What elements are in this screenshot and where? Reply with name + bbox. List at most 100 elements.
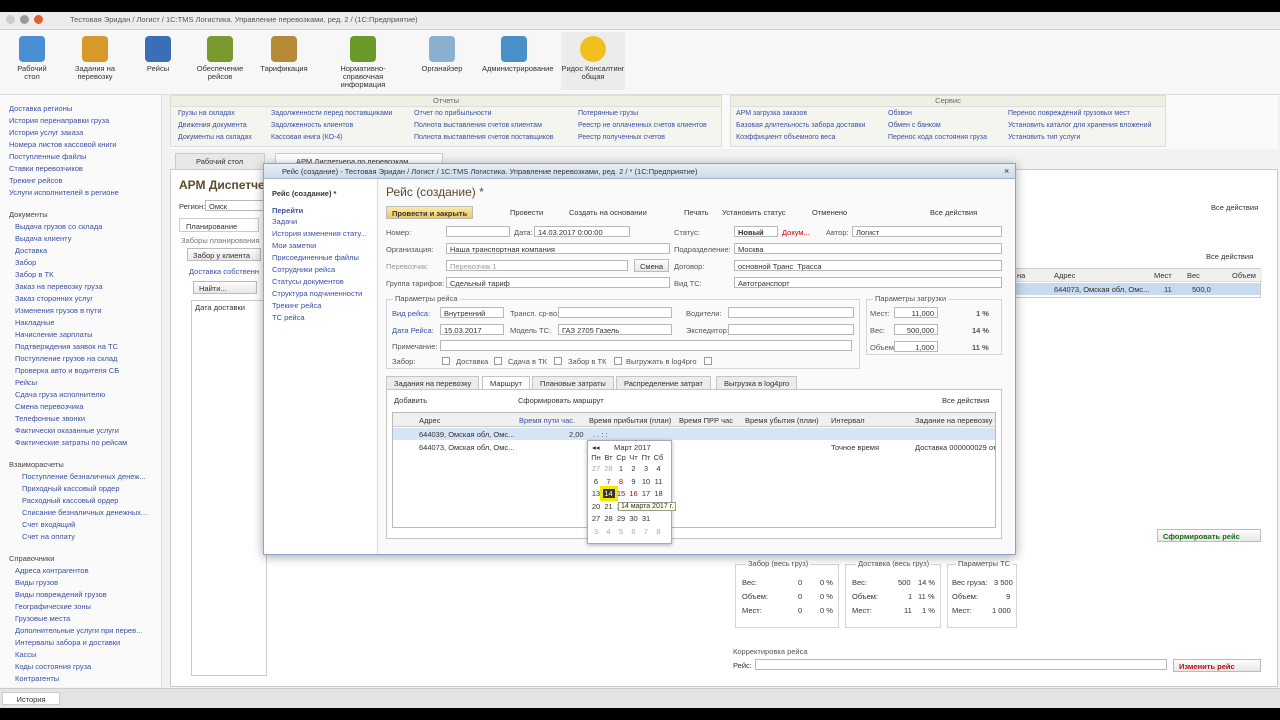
calendar-day[interactable]: 27: [590, 514, 602, 523]
find-button[interactable]: Найти...: [193, 281, 257, 294]
nav-item[interactable]: Статусы документов: [272, 277, 344, 286]
command-link[interactable]: Реестр не оплаченных счетов клиентов: [578, 122, 707, 129]
calendar-day[interactable]: 28: [603, 464, 615, 473]
calendar-day[interactable]: 17: [640, 489, 652, 498]
vid-field[interactable]: Внутренний: [440, 307, 504, 318]
calendar-day[interactable]: 4: [653, 464, 665, 473]
command-link[interactable]: Полнота выставления счетов поставщиков: [414, 134, 554, 141]
nav-link[interactable]: Подтверждения заявок на ТС: [15, 342, 118, 351]
calendar-day[interactable]: 29: [615, 514, 627, 523]
nav-link[interactable]: Ставки перевозчиков: [9, 164, 83, 173]
nav-link[interactable]: Доставка регионы: [9, 104, 72, 113]
avtor-field[interactable]: Логист: [852, 226, 1002, 237]
zabor-button[interactable]: Забор у клиента: [187, 248, 261, 261]
nav-link[interactable]: Счет входящий: [22, 520, 75, 529]
calendar-day[interactable]: 2: [628, 464, 640, 473]
nav-link[interactable]: Накладные: [15, 318, 55, 327]
nomer-field[interactable]: [446, 226, 510, 237]
nav-link[interactable]: Доставка: [15, 246, 47, 255]
nav-link[interactable]: История перенаправки груза: [9, 116, 109, 125]
command-link[interactable]: АРМ загрузка заказов: [736, 110, 807, 117]
nav-link[interactable]: Виды грузов: [15, 578, 58, 587]
load-ves[interactable]: 500,000: [894, 324, 938, 335]
smena-button[interactable]: Смена: [634, 259, 670, 272]
trsr-field[interactable]: [558, 307, 672, 318]
section-books[interactable]: Нормативно-справочная информация: [331, 36, 395, 89]
nav-link[interactable]: Выдача грузов со склада: [15, 222, 102, 231]
nav-link[interactable]: Забор в ТК: [15, 270, 53, 279]
command-link[interactable]: Документы на складах: [178, 134, 252, 141]
region-field[interactable]: Омск: [205, 200, 265, 211]
section-organizer[interactable]: Органайзер: [410, 36, 474, 73]
calendar-prev-icon[interactable]: ◂◂: [592, 443, 600, 452]
nav-item[interactable]: Задачи: [272, 217, 297, 226]
close-icon[interactable]: ×: [1004, 166, 1009, 176]
nav-item[interactable]: Структура подчиненности: [272, 289, 362, 298]
calendar-day[interactable]: 8: [653, 527, 665, 536]
all-actions-button[interactable]: Все действия: [930, 208, 977, 217]
calendar-day[interactable]: 1: [615, 464, 627, 473]
nav-item[interactable]: Сотрудники рейса: [272, 265, 335, 274]
nav-link[interactable]: Забор: [15, 258, 36, 267]
perev-field[interactable]: Перевозчик 1: [446, 260, 628, 271]
calendar-day[interactable]: 21: [603, 502, 615, 511]
nav-link[interactable]: Услуги исполнителей в регионе: [9, 188, 119, 197]
calendar-day[interactable]: 3: [640, 464, 652, 473]
section-desktop[interactable]: Рабочий стол: [0, 36, 64, 81]
section-coins[interactable]: Обеспечение рейсов: [188, 36, 252, 81]
all-actions-grid[interactable]: Все действия: [1206, 252, 1253, 261]
nav-item[interactable]: Мои заметки: [272, 241, 316, 250]
command-link[interactable]: Коэффициент объемного веса: [736, 134, 835, 141]
nav-link[interactable]: Изменения грузов в пути: [15, 306, 102, 315]
vod-field[interactable]: [728, 307, 854, 318]
nav-item[interactable]: История изменения стату...: [272, 229, 367, 238]
calendar-day[interactable]: 27: [590, 464, 602, 473]
calendar-day[interactable]: 11: [653, 477, 665, 486]
subtab-tasks[interactable]: Задания на перевозку: [386, 376, 480, 389]
set-status-button[interactable]: Установить статус: [722, 208, 786, 217]
zabtk-checkbox[interactable]: [614, 357, 622, 365]
nav-link[interactable]: Фактически оказанные услуги: [15, 426, 119, 435]
section-truck[interactable]: Задания на перевозку: [63, 36, 127, 81]
calendar-day[interactable]: 30: [628, 514, 640, 523]
nav-link[interactable]: Поступление безналичных денеж...: [22, 472, 146, 481]
nav-link[interactable]: Приходный кассовый ордер: [22, 484, 120, 493]
nav-link[interactable]: Трекинг рейсов: [9, 176, 62, 185]
route-all-actions[interactable]: Все действия: [942, 396, 989, 405]
nav-link[interactable]: Виды повреждений грузов: [15, 590, 107, 599]
command-link[interactable]: Отчет по прибыльности: [414, 110, 491, 117]
zabor-checkbox[interactable]: [442, 357, 450, 365]
load-mest[interactable]: 11,000: [894, 307, 938, 318]
nav-link[interactable]: Рейсы: [15, 378, 37, 387]
calendar-day[interactable]: 16: [628, 489, 640, 498]
load-obem[interactable]: 1,000: [894, 341, 938, 352]
section-admin[interactable]: Администрирование: [482, 36, 554, 73]
model-field[interactable]: ГАЗ 2705 Газель: [558, 324, 672, 335]
calendar-day[interactable]: 6: [590, 477, 602, 486]
calendar-day[interactable]: 14: [602, 489, 615, 498]
print-button[interactable]: Печать: [684, 208, 709, 217]
nav-link[interactable]: Телефонные звонки: [15, 414, 85, 423]
nav-link[interactable]: Фактические затраты по рейсам: [15, 438, 127, 447]
calendar-day[interactable]: 28: [603, 514, 615, 523]
tab-planning[interactable]: Планирование: [179, 218, 259, 232]
command-link[interactable]: Установить тип услуги: [1008, 134, 1081, 141]
nav-link[interactable]: Кассы: [15, 650, 36, 659]
nav-link[interactable]: Заказ сторонних услуг: [15, 294, 93, 303]
row1-arrival[interactable]: . . : :: [593, 430, 608, 439]
command-link[interactable]: Обмен с банком: [888, 122, 941, 129]
nav-link[interactable]: Коды состояния груза: [15, 662, 91, 671]
form-route-button[interactable]: Сформировать маршрут: [518, 396, 604, 405]
nav-link[interactable]: Адреса контрагентов: [15, 566, 89, 575]
post-button[interactable]: Провести: [510, 208, 543, 217]
history-button[interactable]: История: [2, 692, 60, 705]
command-link[interactable]: Полнота выставления счетов клиентам: [414, 122, 542, 129]
calendar-day[interactable]: 13: [590, 489, 602, 498]
section-tariff[interactable]: Тарификация: [252, 36, 316, 73]
add-button[interactable]: Добавить: [394, 396, 427, 405]
section-truck-blue[interactable]: Рейсы: [126, 36, 190, 73]
calendar-day[interactable]: 6: [628, 527, 640, 536]
eksp-field[interactable]: [728, 324, 854, 335]
command-link[interactable]: Грузы на складах: [178, 110, 235, 117]
nav-link[interactable]: Начисление зарплаты: [15, 330, 92, 339]
